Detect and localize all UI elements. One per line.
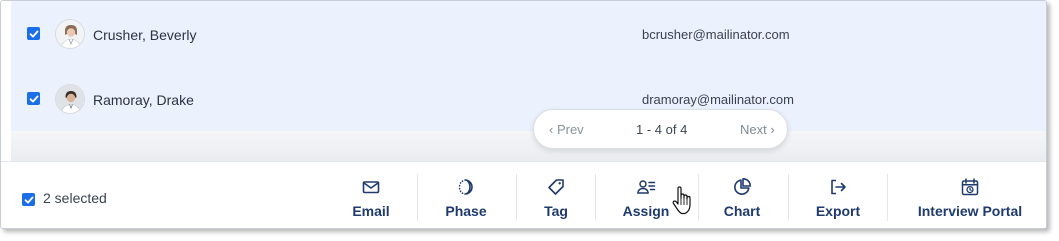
candidate-email: bcrusher@mailinator.com bbox=[642, 27, 790, 42]
candidate-name[interactable]: Ramoray, Drake bbox=[93, 92, 194, 108]
chart-label: Chart bbox=[723, 203, 761, 219]
moon-phase-icon bbox=[456, 177, 476, 197]
selected-count: 2 selected bbox=[43, 190, 107, 206]
avatar bbox=[55, 84, 85, 114]
prev-page-button[interactable]: ‹ Prev bbox=[549, 122, 584, 137]
envelope-icon bbox=[361, 177, 381, 197]
phase-button[interactable]: Phase bbox=[436, 162, 496, 228]
checkmark-icon bbox=[29, 30, 38, 37]
table-row[interactable]: Ramoray, Drake dramoray@mailinator.com bbox=[11, 66, 1046, 131]
list-fade bbox=[11, 131, 1046, 161]
avatar bbox=[55, 19, 85, 49]
divider bbox=[516, 174, 517, 221]
divider bbox=[788, 174, 789, 221]
divider bbox=[698, 174, 699, 221]
pie-chart-icon bbox=[732, 177, 752, 197]
bulk-action-toolbar: 2 selected Email Phase Tag Assign Chart … bbox=[1, 161, 1046, 228]
row-checkbox[interactable] bbox=[27, 27, 40, 40]
candidate-name[interactable]: Crusher, Beverly bbox=[93, 27, 196, 43]
email-button[interactable]: Email bbox=[341, 162, 401, 228]
tag-label: Tag bbox=[544, 203, 568, 219]
assign-label: Assign bbox=[622, 203, 670, 219]
export-label: Export bbox=[815, 203, 861, 219]
checkmark-icon bbox=[24, 196, 33, 203]
divider bbox=[595, 174, 596, 221]
table-row[interactable]: Crusher, Beverly bcrusher@mailinator.com bbox=[11, 1, 1046, 66]
phase-label: Phase bbox=[445, 203, 487, 219]
tag-icon bbox=[546, 177, 566, 197]
candidate-list: Crusher, Beverly bcrusher@mailinator.com… bbox=[1, 1, 1046, 161]
divider bbox=[887, 174, 888, 221]
export-button[interactable]: Export bbox=[807, 162, 869, 228]
row-checkbox[interactable] bbox=[27, 92, 40, 105]
next-page-button[interactable]: Next › bbox=[740, 122, 775, 137]
email-label: Email bbox=[352, 203, 390, 219]
assign-user-icon bbox=[636, 177, 656, 197]
pagination: ‹ Prev 1 - 4 of 4 Next › bbox=[533, 109, 788, 149]
assign-button[interactable]: Assign bbox=[616, 162, 676, 228]
bulk-actions-panel: Crusher, Beverly bcrusher@mailinator.com… bbox=[0, 0, 1047, 229]
divider bbox=[417, 174, 418, 221]
hand-pointer-cursor-icon bbox=[672, 186, 691, 215]
tag-button[interactable]: Tag bbox=[531, 162, 581, 228]
interview-portal-label: Interview Portal bbox=[917, 203, 1023, 219]
page-range: 1 - 4 of 4 bbox=[636, 122, 688, 137]
checkmark-icon bbox=[29, 95, 38, 102]
export-arrow-icon bbox=[828, 177, 848, 197]
candidate-email: dramoray@mailinator.com bbox=[642, 92, 794, 107]
chart-button[interactable]: Chart bbox=[712, 162, 772, 228]
select-all-checkbox[interactable] bbox=[22, 193, 35, 206]
list-margin bbox=[1, 1, 11, 161]
calendar-clock-icon bbox=[960, 177, 980, 197]
interview-portal-button[interactable]: Interview Portal bbox=[907, 162, 1033, 228]
